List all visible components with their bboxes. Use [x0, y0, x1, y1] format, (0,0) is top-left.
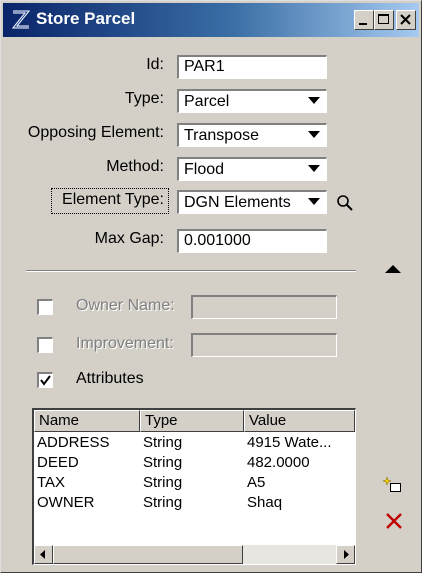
column-header-name[interactable]: Name: [34, 410, 140, 432]
horizontal-scrollbar[interactable]: [34, 545, 355, 564]
scroll-right-button[interactable]: [336, 545, 355, 564]
method-value: Flood: [184, 161, 225, 178]
cell-value: A5: [247, 474, 266, 491]
arrow-left-icon: [40, 550, 45, 559]
microstation-icon: [11, 10, 31, 29]
chevron-down-icon: [308, 165, 320, 172]
close-button[interactable]: [396, 10, 416, 30]
cell-type: String: [143, 494, 183, 511]
close-icon: [400, 14, 411, 25]
element-type-select[interactable]: DGN Elements: [177, 190, 327, 214]
cell-name: DEED: [37, 454, 79, 471]
scroll-left-button[interactable]: [34, 545, 53, 564]
minimize-icon: [359, 23, 367, 25]
element-type-value: DGN Elements: [184, 194, 291, 211]
owner-name-label: Owner Name:: [76, 297, 175, 314]
improvement-checkbox[interactable]: [37, 337, 53, 353]
title-bar[interactable]: Store Parcel: [3, 3, 419, 37]
type-value: Parcel: [184, 93, 230, 110]
delete-x-icon[interactable]: [385, 512, 403, 530]
chevron-down-icon: [308, 97, 320, 104]
owner-name-input[interactable]: [191, 295, 337, 319]
cell-value: Shaq: [247, 494, 283, 511]
cell-name: ADDRESS: [37, 434, 110, 451]
magnifier-icon[interactable]: [335, 193, 355, 213]
maximize-icon: [378, 14, 389, 24]
method-select[interactable]: Flood: [177, 157, 327, 181]
attributes-table[interactable]: Name Type Value ADDRESS String 4915 Wate…: [32, 408, 356, 565]
minimize-button[interactable]: [354, 10, 374, 30]
section-separator: [26, 270, 356, 272]
type-label: Type:: [124, 90, 164, 107]
attributes-checkbox[interactable]: [37, 372, 53, 388]
store-parcel-window: Store Parcel Id: PAR1 Type: Parcel Oppos…: [0, 0, 422, 573]
arrow-right-icon: [344, 550, 349, 559]
column-header-value[interactable]: Value: [244, 410, 355, 432]
max-gap-label: Max Gap:: [94, 230, 164, 247]
max-gap-input[interactable]: 0.001000: [177, 229, 327, 253]
cell-name: TAX: [37, 474, 66, 491]
new-item-icon[interactable]: [383, 475, 403, 495]
cell-type: String: [143, 434, 183, 451]
collapse-up-icon[interactable]: [385, 265, 401, 273]
attributes-label: Attributes: [76, 370, 144, 387]
column-header-type[interactable]: Type: [140, 410, 244, 432]
improvement-label: Improvement:: [76, 335, 174, 352]
method-label: Method:: [106, 158, 164, 175]
chevron-down-icon: [308, 198, 320, 205]
cell-value: 4915 Wate...: [247, 434, 332, 451]
opposing-element-select[interactable]: Transpose: [177, 123, 327, 147]
maximize-button[interactable]: [374, 10, 394, 30]
id-label: Id:: [146, 56, 164, 73]
opposing-element-value: Transpose: [184, 127, 259, 144]
chevron-down-icon: [308, 131, 320, 138]
type-select[interactable]: Parcel: [177, 89, 327, 113]
window-title: Store Parcel: [36, 9, 136, 28]
id-input[interactable]: PAR1: [177, 55, 327, 79]
checkmark-icon: [40, 375, 51, 386]
cell-type: String: [143, 454, 183, 471]
cell-type: String: [143, 474, 183, 491]
owner-name-checkbox[interactable]: [37, 299, 53, 315]
element-type-label: Element Type:: [62, 191, 164, 208]
opposing-element-label: Opposing Element:: [27, 124, 164, 141]
scrollbar-thumb[interactable]: [53, 545, 243, 564]
cell-value: 482.0000: [247, 454, 310, 471]
cell-name: OWNER: [37, 494, 95, 511]
improvement-input[interactable]: [191, 333, 337, 357]
